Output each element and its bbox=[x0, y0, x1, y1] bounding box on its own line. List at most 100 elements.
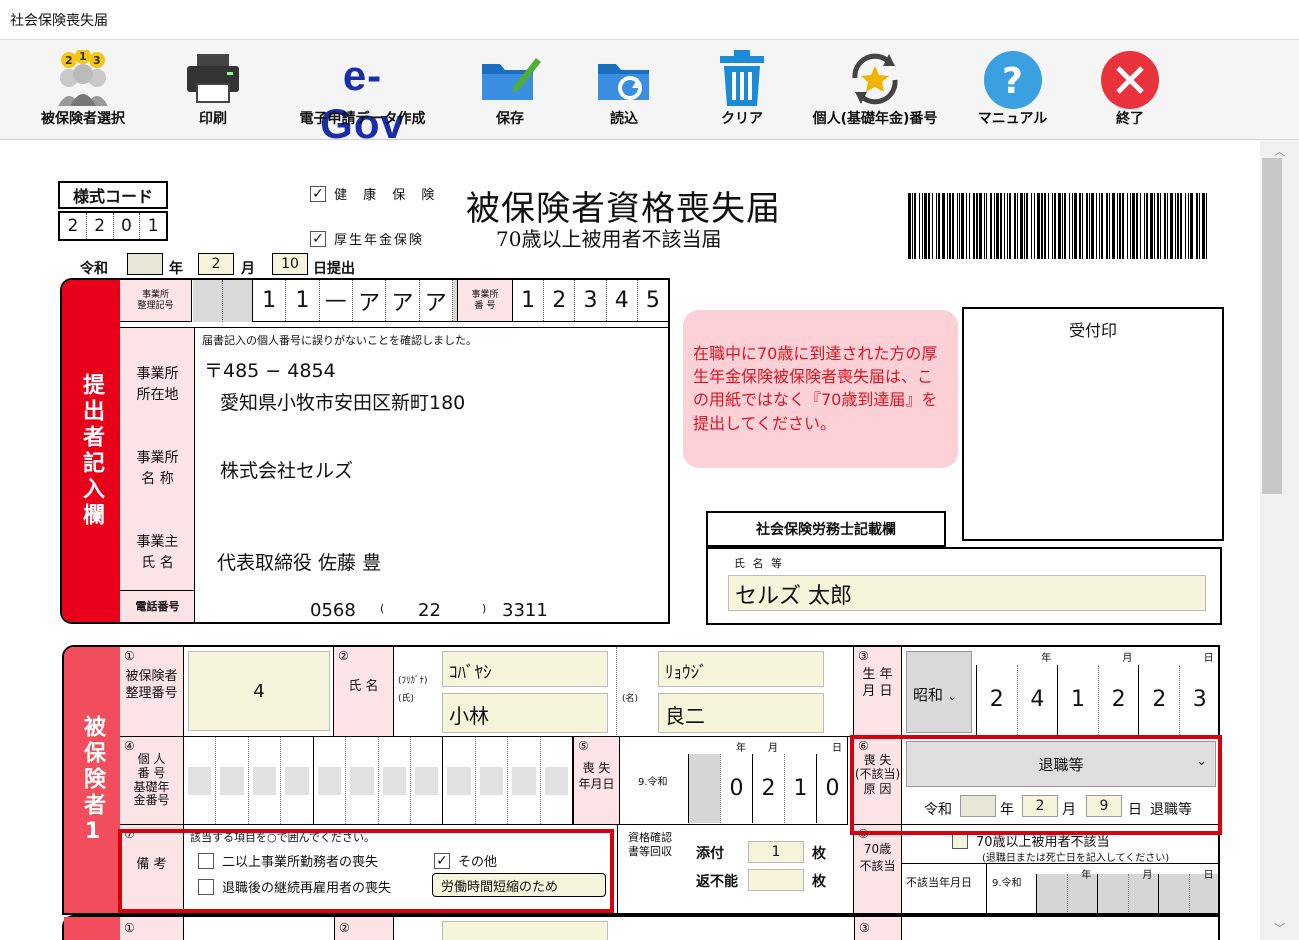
n3-cell: ③ 生 年 月 日 bbox=[854, 647, 902, 737]
date-unit-label: 年 bbox=[1041, 653, 1052, 664]
n1-cell: ① 被保険者 整理番号 bbox=[120, 647, 184, 737]
pension-insurance-option[interactable]: ✓ 厚生年金保険 bbox=[310, 229, 424, 248]
date-unit-label: 月 bbox=[768, 743, 778, 754]
barcode-bar bbox=[919, 193, 920, 259]
mynumber-cells[interactable] bbox=[184, 737, 574, 825]
office-no-digit: 4 bbox=[607, 280, 638, 321]
last-name-input[interactable]: 小林 bbox=[442, 693, 608, 733]
barcode-bar bbox=[1199, 193, 1200, 259]
scroll-up-icon[interactable]: ︿ bbox=[1260, 141, 1299, 159]
over70-digits: 年月日 bbox=[1036, 864, 1218, 913]
load-button[interactable]: 読込 bbox=[585, 40, 663, 140]
mynumber-digit-cell[interactable] bbox=[249, 737, 282, 824]
date-digit-cell[interactable]: 1 bbox=[1057, 664, 1098, 735]
barcode-bar bbox=[1007, 193, 1008, 259]
redacted-digit bbox=[317, 767, 342, 795]
date-digit-cell[interactable]: 2 bbox=[752, 754, 784, 823]
sharoushi-label: 社会保険労務士記載欄 bbox=[706, 511, 946, 547]
date-digit-cell[interactable] bbox=[1036, 874, 1067, 913]
attach-count-input[interactable]: 1 bbox=[748, 841, 804, 863]
redacted-digit bbox=[220, 767, 244, 795]
barcode-bar bbox=[1136, 193, 1138, 259]
egov-button[interactable]: e-Gov 電子申請データ作成 bbox=[290, 40, 435, 147]
date-digit-cell[interactable] bbox=[688, 754, 720, 823]
window-title: 社会保険喪失届 bbox=[0, 0, 1299, 40]
print-button[interactable]: 印刷 bbox=[173, 40, 253, 140]
date-digit-cell[interactable] bbox=[1097, 874, 1128, 913]
barcode-bar bbox=[1041, 193, 1043, 259]
month-input[interactable]: 2 bbox=[198, 253, 234, 275]
mynumber-digit-cell[interactable] bbox=[411, 737, 444, 824]
n4-cell: ④ 個 人 番 号 基礎年 金番号 bbox=[120, 737, 184, 825]
date-digit-cell[interactable]: 0 bbox=[720, 754, 752, 823]
first-name-input[interactable]: 良二 bbox=[658, 693, 824, 733]
unreturnable-count-input[interactable] bbox=[748, 869, 804, 891]
barcode-bar bbox=[947, 193, 948, 259]
manual-button[interactable]: ? マニュアル bbox=[970, 40, 1055, 140]
style-code-digit: 2 bbox=[60, 213, 87, 239]
kana-first-input[interactable]: ﾘｮｳｼﾞ bbox=[658, 651, 824, 687]
date-digit-cell[interactable]: 4 bbox=[1016, 664, 1058, 735]
mynumber-digit-cell[interactable] bbox=[541, 737, 574, 824]
insured-number-input[interactable]: 4 bbox=[188, 651, 330, 731]
clear-button[interactable]: クリア bbox=[703, 40, 781, 140]
loss-era: 9.令和 bbox=[638, 777, 668, 788]
mynumber-button[interactable]: 個人(基礎年金)番号 bbox=[805, 40, 945, 140]
barcode-bar bbox=[1091, 193, 1094, 259]
kana-last-input[interactable]: ｺﾊﾞﾔｼ bbox=[442, 651, 608, 687]
svg-text:?: ? bbox=[1002, 61, 1023, 102]
office-no-label: 事業所 番 号 bbox=[457, 280, 513, 322]
exit-button[interactable]: 終了 bbox=[1090, 40, 1170, 140]
barcode-bar bbox=[979, 193, 982, 259]
date-digit-cell[interactable]: 2 bbox=[976, 664, 1017, 735]
date-digit-cell[interactable]: 3 bbox=[1179, 664, 1218, 735]
mynumber-digit-cell[interactable] bbox=[281, 737, 314, 824]
barcode-bar bbox=[961, 193, 964, 259]
select-insured-button[interactable]: 2 1 3 被保険者選択 bbox=[30, 40, 136, 140]
barcode-bar bbox=[969, 193, 970, 259]
barcode-bar bbox=[1185, 193, 1186, 259]
barcode-bar bbox=[1072, 193, 1073, 259]
barcode-bar bbox=[1058, 193, 1061, 259]
attach-unit: 枚 bbox=[812, 846, 826, 862]
scrollbar-thumb[interactable] bbox=[1262, 158, 1282, 494]
postal-code: 〒485 − 4854 bbox=[204, 360, 336, 382]
mynumber-digit-cell[interactable] bbox=[346, 737, 379, 824]
barcode-bar bbox=[994, 193, 995, 259]
checkbox-checked[interactable]: ✓ bbox=[310, 185, 326, 202]
n1-num: ① bbox=[124, 921, 135, 935]
checkbox-checked[interactable]: ✓ bbox=[310, 230, 326, 247]
barcode-bar bbox=[1069, 193, 1070, 259]
date-digit-cell[interactable]: 2 bbox=[1138, 664, 1179, 735]
mynumber-digit-cell[interactable] bbox=[508, 737, 541, 824]
scroll-down-icon[interactable]: ﹀ bbox=[1260, 920, 1299, 936]
style-code-digit: 2 bbox=[87, 213, 114, 239]
date-digit-cell[interactable]: 1 bbox=[784, 754, 816, 823]
barcode-bar bbox=[1096, 193, 1097, 259]
mynumber-digit-cell[interactable] bbox=[443, 737, 476, 824]
barcode-bar bbox=[1127, 193, 1128, 259]
health-insurance-option[interactable]: ✓ 健 康 保 険 bbox=[310, 184, 440, 203]
barcode-bar bbox=[1048, 193, 1049, 259]
save-button[interactable]: 保存 bbox=[470, 40, 550, 140]
mynumber-digit-cell[interactable] bbox=[476, 737, 509, 824]
birth-era-select[interactable]: 昭和 ⌄ bbox=[906, 651, 972, 733]
barcode-bar bbox=[1101, 193, 1103, 259]
sharoushi-name-input[interactable]: セルズ 太郎 bbox=[728, 575, 1206, 611]
date-digit-cell[interactable]: 2 bbox=[1097, 664, 1139, 735]
kana-last-input[interactable] bbox=[442, 921, 608, 940]
date-unit-label: 月 bbox=[1142, 870, 1153, 881]
mynumber-digit-cell[interactable] bbox=[216, 737, 249, 824]
date-digit-cell[interactable]: 0 bbox=[816, 754, 848, 823]
n5-label: 喪 失 年月日 bbox=[578, 761, 615, 791]
day-input[interactable]: 10 bbox=[272, 253, 308, 275]
mynumber-digit-cell[interactable] bbox=[314, 737, 347, 824]
mynumber-digit-cell[interactable] bbox=[379, 737, 411, 824]
n4-num: ④ bbox=[124, 739, 135, 753]
barcode-bar bbox=[976, 193, 978, 259]
style-code: 2 2 0 1 bbox=[58, 211, 168, 241]
year-input[interactable] bbox=[127, 253, 163, 275]
mynumber-digit-cell[interactable] bbox=[184, 737, 217, 824]
redacted-digit bbox=[512, 767, 536, 795]
date-digit-cell[interactable] bbox=[1158, 874, 1189, 913]
